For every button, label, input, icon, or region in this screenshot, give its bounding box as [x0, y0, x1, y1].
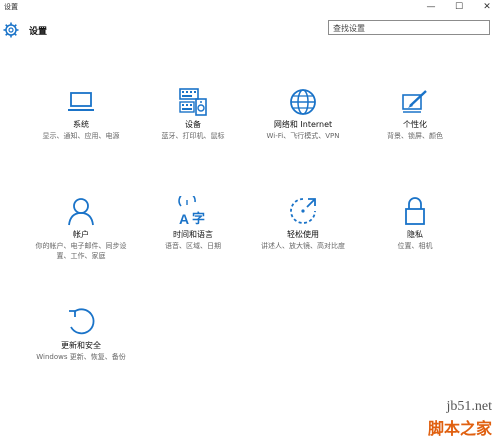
- tile-personalization[interactable]: 个性化 背景、锁屏、颜色: [360, 88, 470, 141]
- title-bar: 设置 — ☐ ✕: [0, 0, 500, 14]
- tile-privacy[interactable]: 隐私 位置、相机: [360, 196, 470, 251]
- tile-network[interactable]: 网络和 Internet Wi-Fi、飞行模式、VPN: [248, 88, 358, 141]
- tile-update-security[interactable]: 更新和安全 Windows 更新、恢复、备份: [26, 307, 136, 362]
- close-button[interactable]: ✕: [474, 0, 500, 14]
- tile-description: 讲述人、放大镜、高对比度: [261, 242, 345, 250]
- tile-accounts[interactable]: 帐户 你的帐户、电子邮件、同步设置、工作、家庭: [26, 196, 136, 261]
- tile-title: 时间和语言: [173, 230, 213, 239]
- watermark-brand: 脚本之家: [427, 419, 492, 438]
- time-language-icon: A 字: [178, 196, 205, 226]
- watermark: jb51.net 脚本之家: [428, 399, 492, 439]
- maximize-button[interactable]: ☐: [446, 0, 472, 14]
- watermark-url: jb51.net: [446, 399, 493, 414]
- lock-icon: [405, 197, 425, 225]
- tile-title: 网络和 Internet: [273, 120, 333, 129]
- tile-title: 隐私: [407, 230, 423, 239]
- ease-of-access-icon: [290, 198, 316, 224]
- tile-description: 背景、锁屏、颜色: [387, 132, 443, 140]
- gear-icon[interactable]: [3, 22, 19, 38]
- tile-title: 帐户: [73, 230, 89, 239]
- tile-ease-of-access[interactable]: 轻松使用 讲述人、放大镜、高对比度: [248, 196, 358, 251]
- monitor-icon: [68, 92, 94, 111]
- minimize-button[interactable]: —: [418, 0, 444, 14]
- tile-title: 更新和安全: [61, 341, 101, 350]
- tile-title: 系统: [73, 120, 89, 129]
- tile-title: 个性化: [403, 120, 427, 129]
- window-title: 设置: [4, 3, 18, 11]
- svg-text:A: A: [179, 211, 189, 226]
- page-title: 设置: [29, 27, 48, 37]
- person-icon: [68, 198, 94, 226]
- tile-devices[interactable]: 设备 蓝牙、打印机、鼠标: [138, 88, 248, 141]
- tile-description: 你的帐户、电子邮件、同步设置、工作、家庭: [35, 242, 127, 260]
- tile-time-language[interactable]: A 字 时间和语言 语音、区域、日期: [138, 196, 248, 251]
- globe-icon: [290, 89, 316, 115]
- search-placeholder: 查找设置: [333, 24, 365, 33]
- header: 设置 查找设置: [0, 14, 500, 48]
- tile-description: 语音、区域、日期: [165, 242, 221, 250]
- tile-system[interactable]: 系统 显示、通知、应用、电源: [26, 88, 136, 141]
- tile-title: 设备: [185, 120, 201, 129]
- refresh-icon: [69, 308, 95, 335]
- tile-description: 位置、相机: [397, 242, 433, 250]
- keyboard-speaker-icon: [179, 88, 207, 116]
- search-input[interactable]: 查找设置: [328, 20, 490, 35]
- tile-description: Windows 更新、恢复、备份: [36, 353, 126, 361]
- tile-description: Wi-Fi、飞行模式、VPN: [266, 132, 340, 140]
- tile-description: 蓝牙、打印机、鼠标: [161, 132, 225, 140]
- tile-description: 显示、通知、应用、电源: [42, 132, 120, 140]
- tile-title: 轻松使用: [287, 230, 319, 239]
- paint-screen-icon: [402, 90, 427, 113]
- svg-text:字: 字: [192, 211, 205, 226]
